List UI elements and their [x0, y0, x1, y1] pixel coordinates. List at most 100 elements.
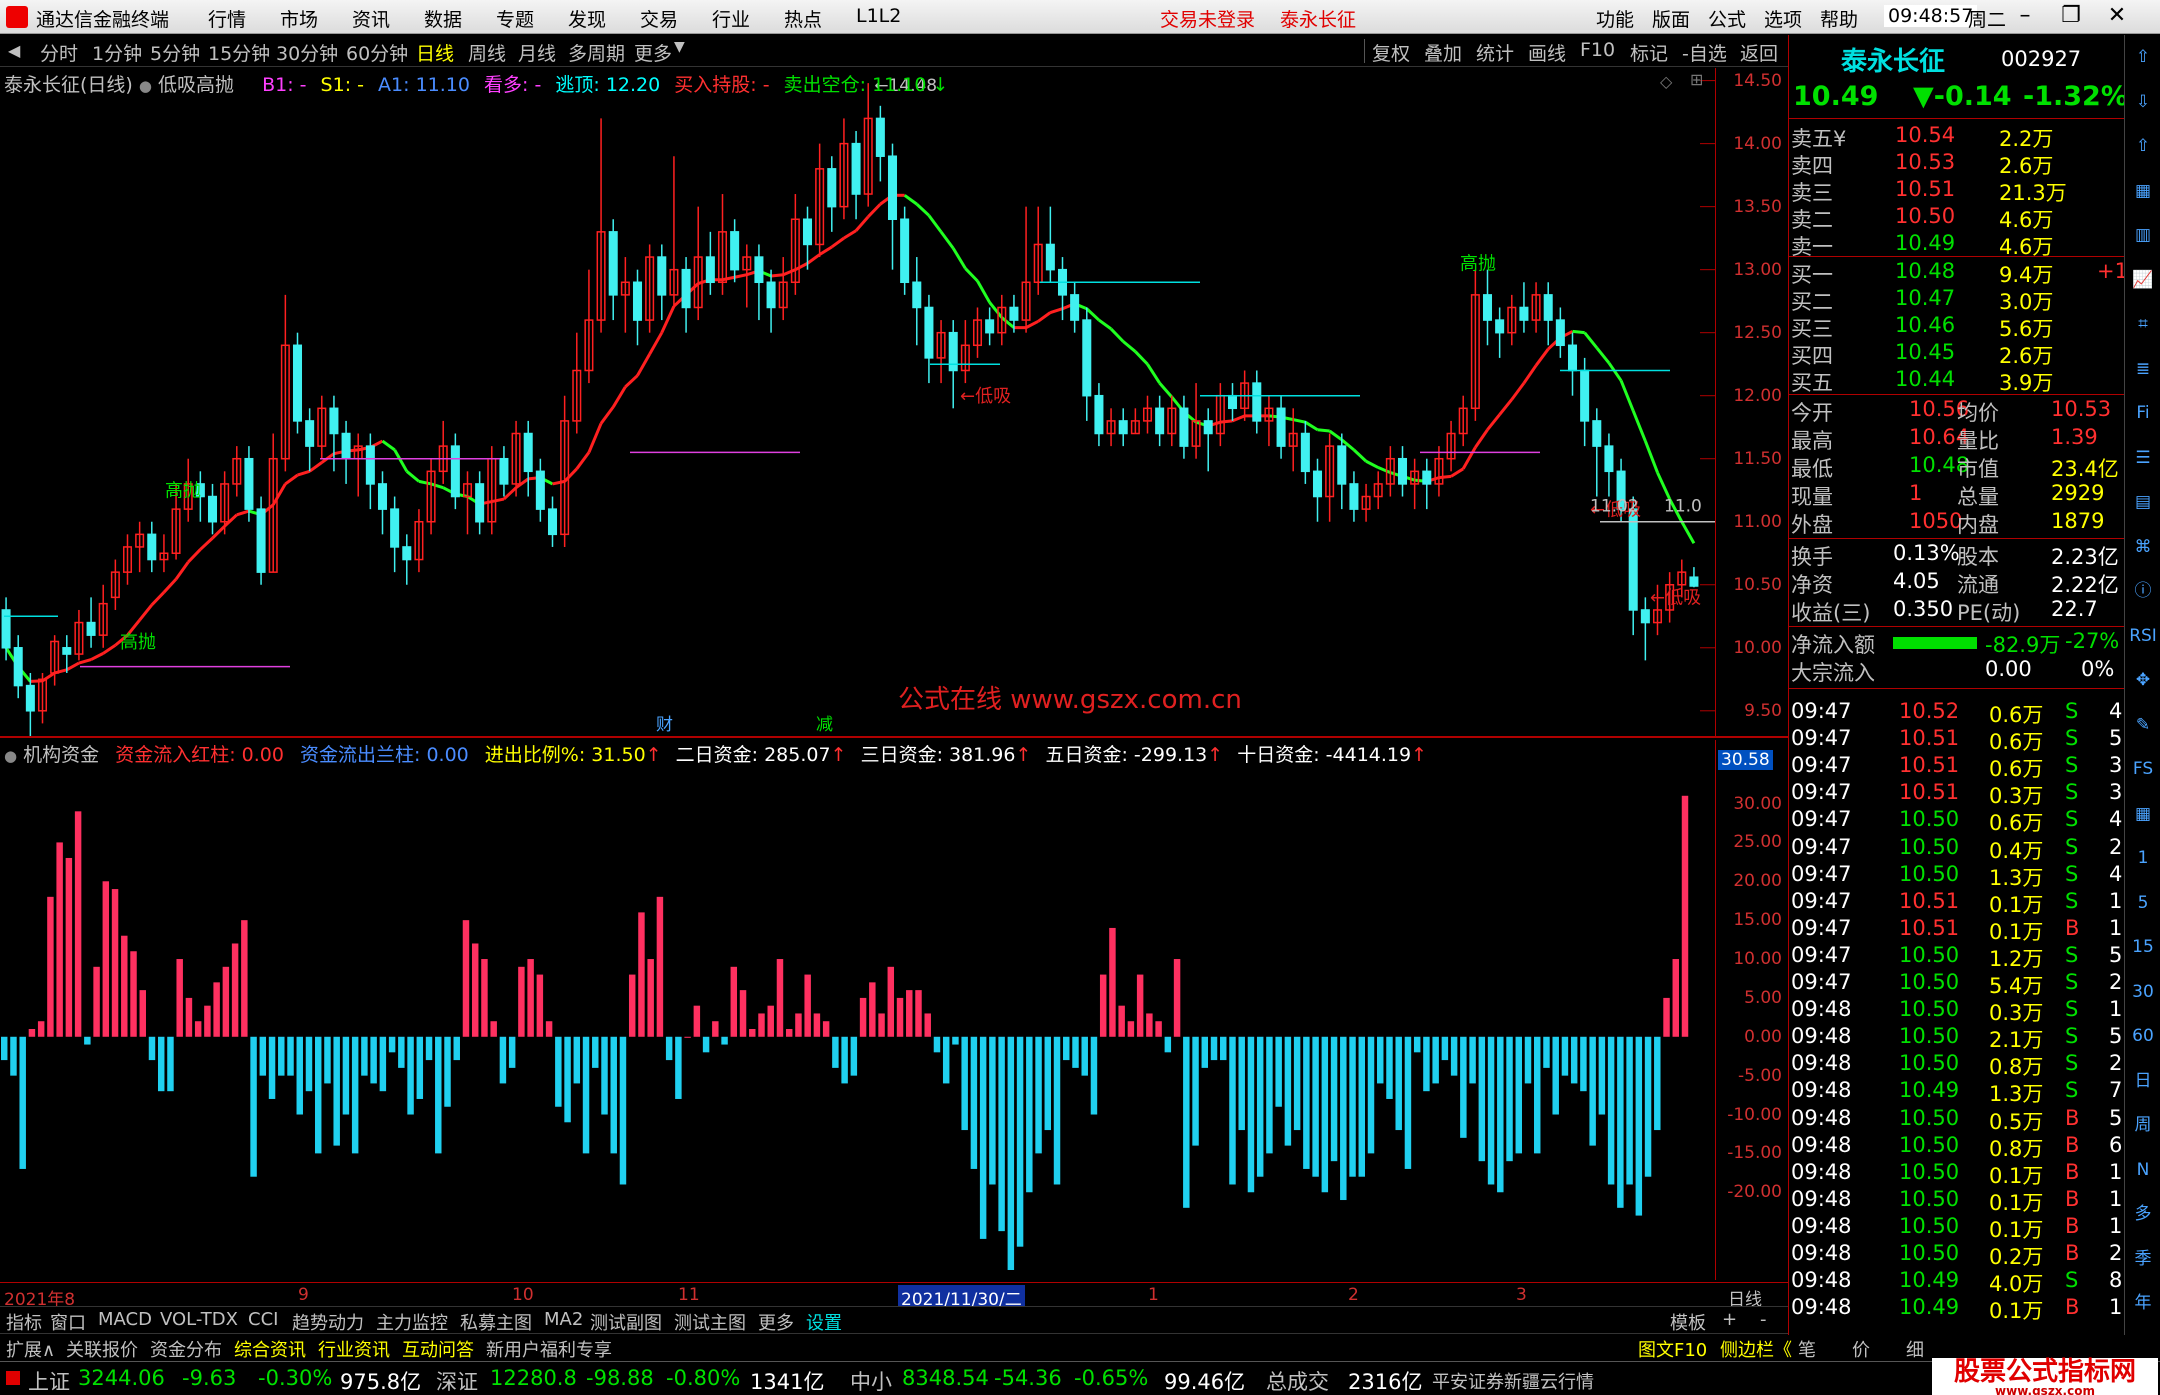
- tab-new-user[interactable]: 新用户福利专享: [486, 1336, 612, 1362]
- kline-chart[interactable]: ←14.48←9.24公式在线 www.gszx.com.cn财减高抛高抛高抛←…: [0, 68, 1715, 736]
- sz-name[interactable]: 深证: [436, 1366, 478, 1395]
- tick-row[interactable]: 09:48 10.49 4.0万 S 8: [1789, 1268, 2125, 1296]
- minimize-icon[interactable]: –: [2010, 2, 2040, 30]
- tool-list-icon[interactable]: ≣: [2129, 355, 2157, 383]
- tool-up-icon[interactable]: ⇧: [2129, 132, 2157, 160]
- tick-row[interactable]: 09:48 10.50 0.3万 S 1: [1789, 997, 2125, 1025]
- tool-tag-icon[interactable]: ⌗: [2129, 310, 2157, 338]
- tab-15min[interactable]: 15分钟: [208, 39, 270, 66]
- menu-banmian[interactable]: 版面: [1652, 5, 1690, 32]
- f10-button[interactable]: F10: [1580, 39, 1615, 61]
- stat2-row[interactable]: 收益(三) 0.350 PE(动) 22.7: [1789, 597, 2125, 625]
- ask-row[interactable]: 卖四 10.53 2.6万: [1789, 150, 2125, 178]
- menu-gongneng[interactable]: 功能: [1596, 5, 1634, 32]
- tab-jia[interactable]: 价: [1852, 1336, 1870, 1362]
- tool-period-24-icon[interactable]: 周: [2129, 1111, 2157, 1139]
- menu-bangzhu[interactable]: 帮助: [1820, 5, 1858, 32]
- tab-more-indicators[interactable]: 更多: [758, 1309, 794, 1335]
- zoom-icon[interactable]: ⊞: [1690, 70, 1703, 89]
- menu-shuju[interactable]: 数据: [424, 5, 462, 32]
- sub-indicator-name[interactable]: 机构资金: [23, 744, 99, 766]
- sidebar-toggle[interactable]: 侧边栏《: [1720, 1336, 1792, 1362]
- tool-period-28-icon[interactable]: 年: [2129, 1289, 2157, 1317]
- expand-button[interactable]: 扩展∧: [6, 1336, 55, 1362]
- tool-bar-icon[interactable]: ▥: [2129, 221, 2157, 249]
- restore-icon[interactable]: ❐: [2056, 2, 2086, 30]
- tick-row[interactable]: 09:48 10.50 0.1万 B 1: [1789, 1214, 2125, 1242]
- tick-row[interactable]: 09:47 10.52 0.6万 S 4: [1789, 699, 2125, 727]
- tool-period-26-icon[interactable]: 多: [2129, 1200, 2157, 1228]
- stat-row[interactable]: 最低 10.48 市值 23.4亿: [1789, 453, 2125, 481]
- tool-period-23-icon[interactable]: 日: [2129, 1067, 2157, 1095]
- menu-hangye[interactable]: 行业: [712, 5, 750, 32]
- tab-more[interactable]: 更多: [634, 39, 672, 66]
- bid-row[interactable]: 买二 10.47 3.0万: [1789, 286, 2125, 314]
- tab-trend[interactable]: 趋势动力: [292, 1309, 364, 1335]
- tab-fund-distribution[interactable]: 资金分布: [150, 1336, 222, 1362]
- ask-row[interactable]: 卖五¥ 10.54 2.2万: [1789, 123, 2125, 151]
- stat2-row[interactable]: 换手 0.13% 股本 2.23亿: [1789, 541, 2125, 569]
- stats-button[interactable]: 统计: [1476, 39, 1514, 66]
- menu-zixun[interactable]: 资讯: [352, 5, 390, 32]
- add-window-button[interactable]: +: [1722, 1309, 1737, 1330]
- tab-bi[interactable]: 笔: [1798, 1336, 1816, 1362]
- bid-row[interactable]: 买五 10.44 3.9万: [1789, 367, 2125, 395]
- tool-grid-icon[interactable]: ▦: [2129, 177, 2157, 205]
- tick-row[interactable]: 09:47 10.50 0.4万 S 2: [1789, 835, 2125, 863]
- tool-period-22-icon[interactable]: 60: [2129, 1022, 2157, 1050]
- tab-multi-period[interactable]: 多周期: [568, 39, 625, 66]
- tool-up-arrow-icon[interactable]: ⇧: [2129, 43, 2157, 71]
- settings-dot-icon[interactable]: ●: [4, 747, 17, 765]
- tick-row[interactable]: 09:47 10.51 0.6万 S 3: [1789, 753, 2125, 781]
- f10-graphic-button[interactable]: 图文F10: [1638, 1336, 1707, 1362]
- fuquan-button[interactable]: 复权: [1372, 39, 1410, 66]
- stat-row[interactable]: 最高 10.64 量比 1.39: [1789, 425, 2125, 453]
- tab-vol[interactable]: VOL-TDX: [160, 1309, 238, 1330]
- menu-xuanxiang[interactable]: 选项: [1764, 5, 1802, 32]
- tool-menu-icon[interactable]: ☰: [2129, 444, 2157, 472]
- back-button[interactable]: 返回: [1740, 39, 1778, 66]
- menu-redian[interactable]: 热点: [784, 5, 822, 32]
- tick-row[interactable]: 09:48 10.49 1.3万 S 7: [1789, 1078, 2125, 1106]
- more-chevron-icon[interactable]: ▼: [674, 39, 685, 55]
- tab-daily[interactable]: 日线: [416, 39, 454, 66]
- tick-row[interactable]: 09:47 10.50 5.4万 S 2: [1789, 970, 2125, 998]
- stat-row[interactable]: 现量 1 总量 2929: [1789, 481, 2125, 509]
- draw-button[interactable]: 画线: [1528, 39, 1566, 66]
- bid-row[interactable]: 买三 10.46 5.6万: [1789, 313, 2125, 341]
- bid-row[interactable]: 买一 10.48 9.4万 +1: [1789, 259, 2128, 287]
- tab-qa[interactable]: 互动问答: [402, 1336, 474, 1362]
- close-icon[interactable]: ✕: [2102, 2, 2132, 30]
- tool-F10-icon[interactable]: Fi: [2129, 399, 2157, 427]
- tab-macd[interactable]: MACD: [98, 1309, 152, 1330]
- tab-ma2[interactable]: MA2: [544, 1309, 583, 1330]
- tick-row[interactable]: 09:47 10.51 0.1万 B 1: [1789, 916, 2125, 944]
- tick-row[interactable]: 09:47 10.51 0.1万 S 1: [1789, 889, 2125, 917]
- tick-row[interactable]: 09:48 10.50 0.1万 B 1: [1789, 1187, 2125, 1215]
- tick-row[interactable]: 09:48 10.50 0.5万 B 5: [1789, 1106, 2125, 1134]
- menu-shichang[interactable]: 市场: [280, 5, 318, 32]
- tool-period-21-icon[interactable]: 30: [2129, 978, 2157, 1006]
- tab-cci[interactable]: CCI: [248, 1309, 278, 1330]
- tab-test-sub[interactable]: 测试副图: [590, 1309, 662, 1335]
- tick-row[interactable]: 09:48 10.50 0.8万 S 2: [1789, 1051, 2125, 1079]
- tool-key-icon[interactable]: ⌘: [2129, 533, 2157, 561]
- menu-l1l2[interactable]: L1L2: [856, 5, 901, 27]
- tab-private-fund[interactable]: 私募主图: [460, 1309, 532, 1335]
- tab-5min[interactable]: 5分钟: [150, 39, 200, 66]
- tick-row[interactable]: 09:47 10.50 1.2万 S 5: [1789, 943, 2125, 971]
- tab-window[interactable]: 窗口: [50, 1309, 86, 1335]
- tab-test-main[interactable]: 测试主图: [674, 1309, 746, 1335]
- mark-button[interactable]: 标记: [1630, 39, 1668, 66]
- tab-weekly[interactable]: 周线: [468, 39, 506, 66]
- flow-row[interactable]: 净流入额 -82.9万 -27%: [1789, 629, 2125, 657]
- tick-row[interactable]: 09:47 10.50 0.6万 S 4: [1789, 807, 2125, 835]
- flow-bar-chart[interactable]: [0, 764, 1715, 1280]
- sh-name[interactable]: 上证: [28, 1366, 70, 1395]
- tick-row[interactable]: 09:47 10.50 1.3万 S 4: [1789, 862, 2125, 890]
- tool-calc-icon[interactable]: ▤: [2129, 488, 2157, 516]
- tick-row[interactable]: 09:48 10.49 0.1万 B 1: [1789, 1295, 2125, 1323]
- flow-row[interactable]: 大宗流入 0.00 0%: [1789, 657, 2125, 685]
- menu-zhuanti[interactable]: 专题: [496, 5, 534, 32]
- stat-row[interactable]: 今开 10.56 均价 10.53: [1789, 397, 2125, 425]
